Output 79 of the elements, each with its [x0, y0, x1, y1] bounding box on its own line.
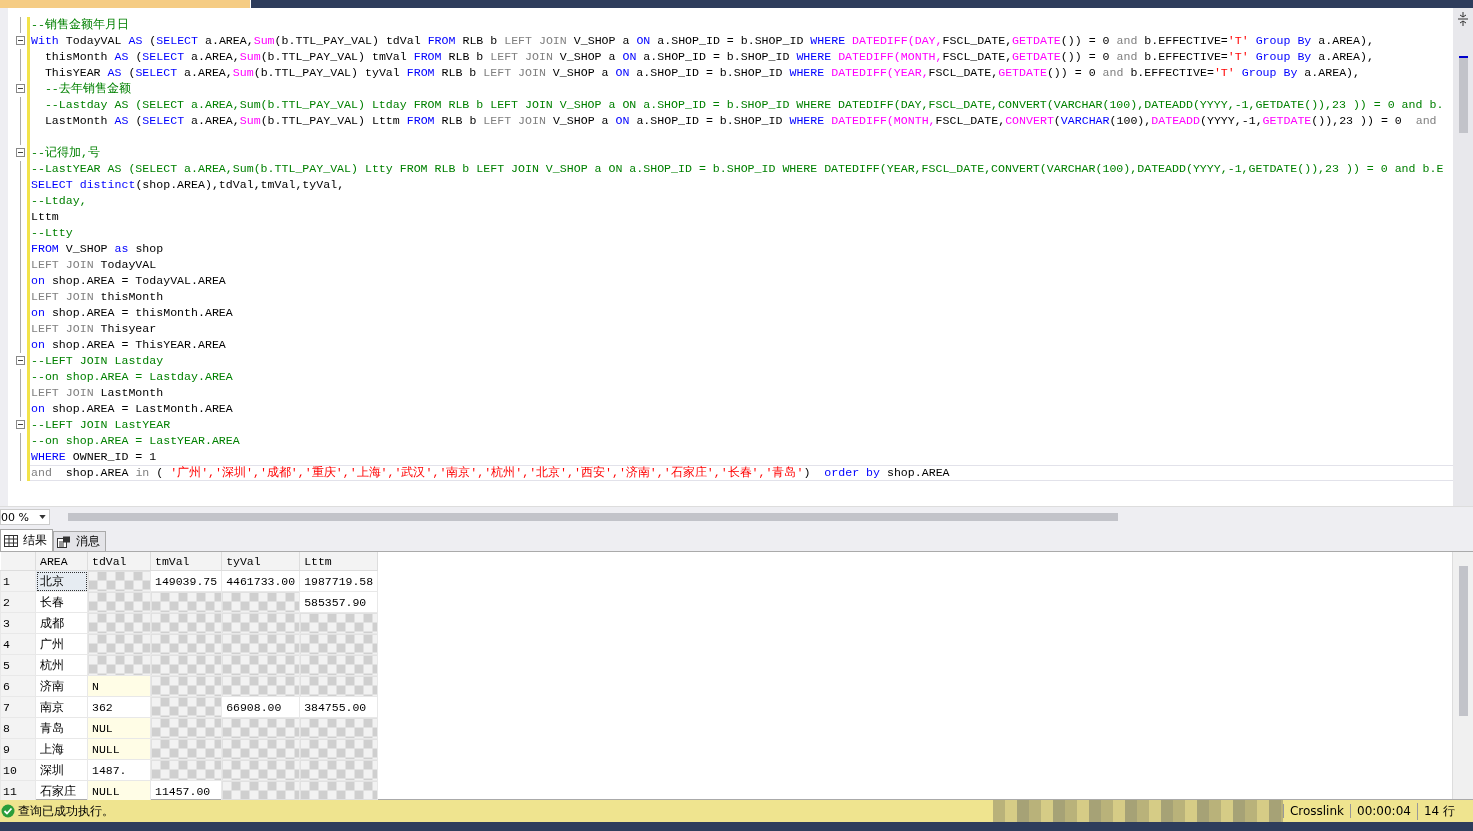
- table-cell: 1487.: [87, 759, 151, 781]
- code-line: --LEFT JOIN LastYEAR: [30, 416, 171, 433]
- code-line: ThisYEAR AS (SELECT a.AREA,Sum(b.TTL_PAY_VAL) tyVal FROM RLB b LEFT JOIN V_SHOP a ON a.SHOP_ID = b.SHOP_ID WHERE DATEDIFF(YEAR,FSCL_DATE,GETDATE()) = 0 and b.EFFECTIVE='T' Group By a.AREA),: [43, 64, 1360, 81]
- code-line: on shop.AREA = ThisYEAR.AREA: [30, 336, 226, 353]
- code-line: --记得加,号: [30, 144, 100, 161]
- status-message: 查询已成功执行。: [18, 802, 114, 820]
- code-line: --Ltty: [30, 224, 73, 241]
- code-line: WHERE OWNER_ID = 1: [30, 448, 157, 465]
- document-icon: [57, 535, 71, 548]
- vertical-scrollbar[interactable]: [1453, 7, 1473, 507]
- collapse-icon[interactable]: [16, 148, 25, 158]
- split-icon[interactable]: [1457, 11, 1469, 26]
- code-line: FROM V_SHOP as shop: [30, 240, 164, 257]
- table-cell: 成都: [35, 612, 88, 634]
- code-line: on shop.AREA = TodayVAL.AREA: [30, 272, 226, 289]
- table-cell: 4461733.00: [221, 570, 300, 592]
- table-cell: 深圳: [35, 759, 88, 781]
- row-number: 2: [0, 591, 36, 613]
- success-icon: [1, 804, 15, 819]
- row-number: 1: [0, 570, 36, 592]
- code-line: LEFT JOIN TodayVAL: [30, 256, 157, 273]
- table-cell: 362: [87, 696, 151, 718]
- row-number: 8: [0, 717, 36, 739]
- table-cell: 青岛: [35, 717, 88, 739]
- code-line: --on shop.AREA = LastYEAR.AREA: [30, 432, 240, 449]
- table-cell: 1987719.58: [299, 570, 378, 592]
- table-cell: 上海: [35, 738, 88, 760]
- code-line: thisMonth AS (SELECT a.AREA,Sum(b.TTL_PAY_VAL) tmVal FROM RLB b LEFT JOIN V_SHOP a ON a.SHOP_ID = b.SHOP_ID WHERE DATEDIFF(MONTH,FSCL_DATE,GETDATE()) = 0 and b.EFFECTIVE='T' Group By a.AREA),: [43, 48, 1374, 65]
- code-line: --Ltday,: [30, 192, 87, 209]
- vertical-scrollbar[interactable]: [1452, 552, 1473, 800]
- row-number: 4: [0, 633, 36, 655]
- table-cell: 杭州: [35, 654, 88, 676]
- zoom-dropdown[interactable]: 00 %: [0, 509, 50, 526]
- result-tab[interactable]: 消息: [53, 531, 106, 552]
- row-number: 10: [0, 759, 36, 781]
- code-line: on shop.AREA = thisMonth.AREA: [30, 304, 233, 321]
- code-line: --on shop.AREA = Lastday.AREA: [30, 368, 233, 385]
- collapse-icon[interactable]: [16, 356, 25, 366]
- code-line: LastMonth AS (SELECT a.AREA,Sum(b.TTL_PAY_VAL) Lttm FROM RLB b LEFT JOIN V_SHOP a ON a.SHOP_ID = b.SHOP_ID WHERE DATEDIFF(MONTH,FSCL_DATE,CONVERT(VARCHAR(100),DATEADD(YYYY,-1,GETDATE()),23 )) = 0 and: [43, 112, 1437, 129]
- table-cell: 长春: [35, 591, 88, 613]
- table-cell: 384755.00: [299, 696, 378, 718]
- row-number: 7: [0, 696, 36, 718]
- table-cell: 66908.00: [221, 696, 300, 718]
- code-line: on shop.AREA = LastMonth.AREA: [30, 400, 233, 417]
- code-line: LEFT JOIN LastMonth: [30, 384, 164, 401]
- row-number: 9: [0, 738, 36, 760]
- code-line: --LEFT JOIN Lastday: [30, 352, 164, 369]
- result-tab[interactable]: 结果: [0, 529, 53, 552]
- code-line: LEFT JOIN thisMonth: [30, 288, 164, 305]
- column-header[interactable]: Lttm: [299, 552, 378, 571]
- table-cell: 585357.90: [299, 591, 378, 613]
- column-header[interactable]: AREA: [35, 552, 88, 571]
- code-line: Lttm: [30, 208, 59, 225]
- row-number: 3: [0, 612, 36, 634]
- code-line: --Lastday AS (SELECT a.AREA,Sum(b.TTL_PAY_VAL) Ltday FROM RLB b LEFT JOIN V_SHOP a ON a.SHOP_ID = b.SHOP_ID WHERE DATEDIFF(DAY,FSCL_DATE,CONVERT(VARCHAR(100),DATEADD(YYYY,-1,GETDATE()),23 )) = 0 and b.: [43, 96, 1444, 113]
- grid-icon: [4, 534, 18, 547]
- collapse-icon[interactable]: [16, 36, 25, 46]
- code-line: LEFT JOIN Thisyear: [30, 320, 157, 337]
- code-line: SELECT distinct(shop.AREA),tdVal,tmVal,tyVal,: [30, 176, 345, 193]
- row-number: 5: [0, 654, 36, 676]
- code-line: --LastYEAR AS (SELECT a.AREA,Sum(b.TTL_PAY_VAL) Ltty FROM RLB b LEFT JOIN V_SHOP a ON a.SHOP_ID = b.SHOP_ID WHERE DATEDIFF(YEAR,FSCL_DATE,CONVERT(VARCHAR(100),DATEADD(YYYY,-1,GETDATE()),23 )) = 0 and b.E: [30, 160, 1444, 177]
- table-cell: 济南: [35, 675, 88, 697]
- caret-icon[interactable]: [39, 515, 46, 520]
- code-line: --销售金额年月日: [30, 16, 129, 33]
- collapse-icon[interactable]: [16, 420, 25, 430]
- table-cell: 广州: [35, 633, 88, 655]
- code-line: --去年销售金额: [43, 80, 131, 97]
- code-line: and shop.AREA in ( '广州','深圳','成都','重庆','上海','武汉','南京','杭州','北京','西安','济南','石家庄','长春','青岛') order by shop.AREA: [30, 464, 1453, 481]
- table-cell: 南京: [35, 696, 88, 718]
- database-name: Crosslink: [1282, 804, 1350, 819]
- column-header[interactable]: tdVal: [87, 552, 151, 571]
- code-line: With TodayVAL AS (SELECT a.AREA,Sum(b.TTL_PAY_VAL) tdVal FROM RLB b LEFT JOIN V_SHOP a ON a.SHOP_ID = b.SHOP_ID WHERE DATEDIFF(DAY,FSCL_DATE,GETDATE()) = 0 and b.EFFECTIVE='T' Group By a.AREA),: [30, 32, 1374, 49]
- collapse-icon[interactable]: [16, 84, 25, 94]
- row-number: 6: [0, 675, 36, 697]
- column-header[interactable]: tyVal: [221, 552, 300, 571]
- column-header[interactable]: tmVal: [150, 552, 222, 571]
- elapsed-time: 00:00:04: [1350, 804, 1417, 819]
- row-count: 14 行: [1416, 802, 1473, 820]
- table-cell: 149039.75: [150, 570, 222, 592]
